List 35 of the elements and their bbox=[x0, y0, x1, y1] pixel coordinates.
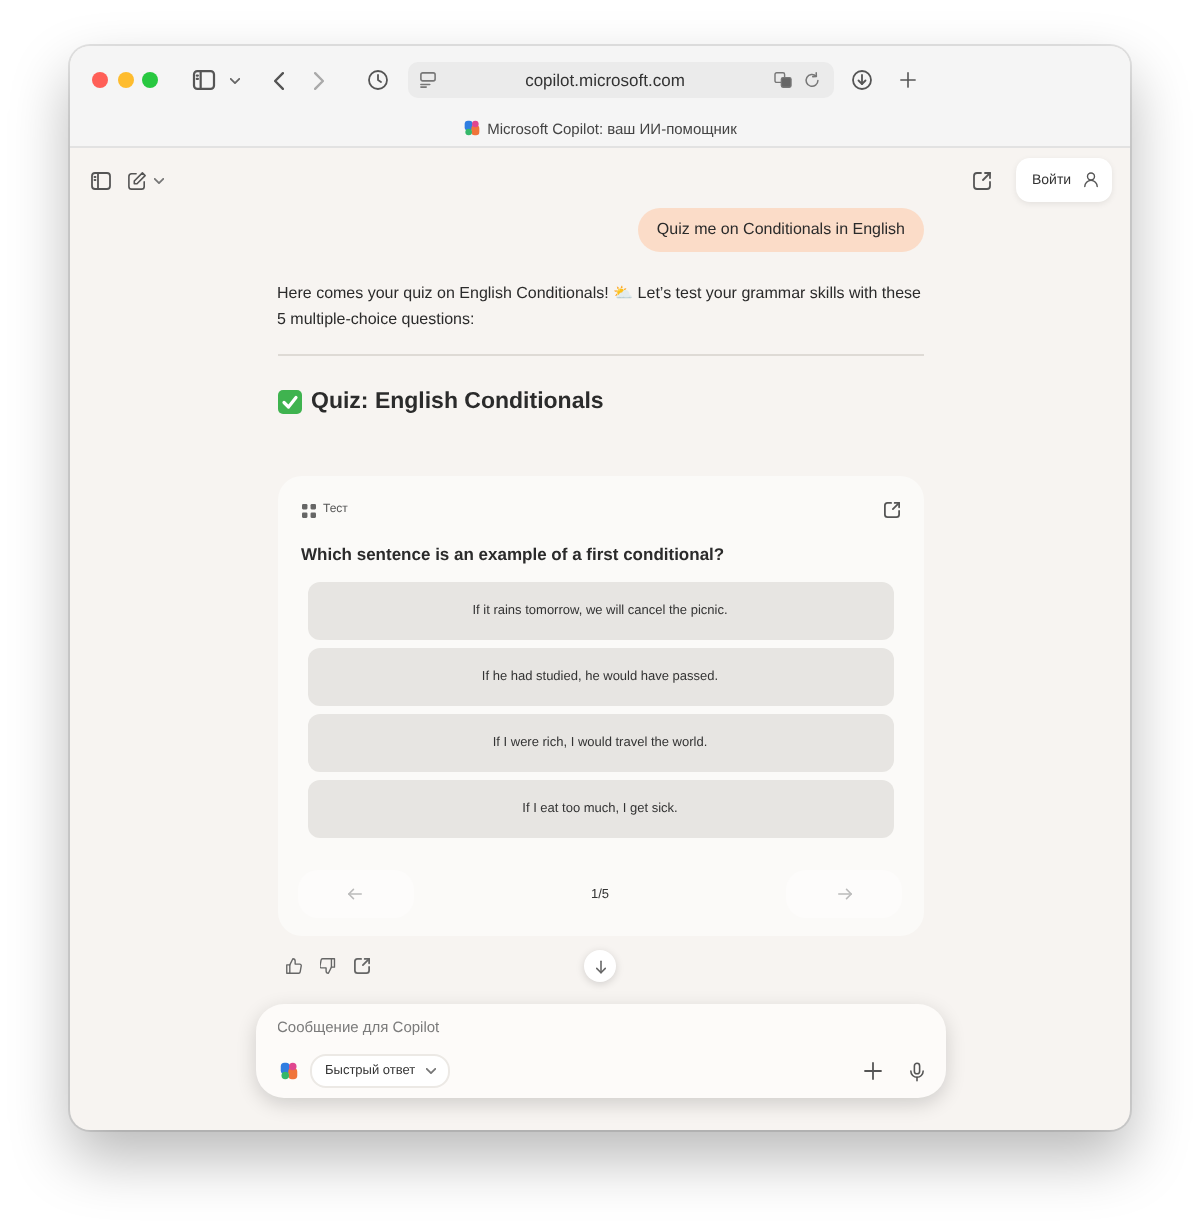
arrow-left-icon bbox=[348, 888, 362, 900]
reload-icon[interactable] bbox=[804, 72, 820, 88]
sidebar-icon[interactable] bbox=[90, 171, 112, 189]
quiz-heading: Quiz: English Conditionals bbox=[311, 390, 604, 414]
reader-icon bbox=[420, 72, 436, 88]
arrow-down-icon bbox=[595, 959, 605, 973]
plus-icon[interactable] bbox=[863, 1062, 881, 1080]
arrow-right-icon bbox=[837, 888, 852, 900]
logo-icon bbox=[279, 1062, 297, 1080]
plus-icon[interactable] bbox=[900, 72, 916, 88]
check-icon bbox=[277, 390, 301, 414]
history-clock-icon[interactable] bbox=[368, 70, 388, 90]
grid-icon bbox=[301, 503, 315, 517]
share-icon[interactable] bbox=[883, 502, 899, 518]
microphone-icon[interactable] bbox=[909, 1061, 923, 1081]
chevron-down-icon[interactable] bbox=[230, 77, 240, 83]
translate-icon[interactable] bbox=[774, 72, 792, 88]
chevron-down-icon bbox=[425, 1068, 436, 1074]
download-icon[interactable] bbox=[852, 70, 872, 90]
thumbs-up-icon[interactable] bbox=[285, 958, 301, 974]
back-icon[interactable] bbox=[274, 71, 284, 89]
chevron-down-icon[interactable] bbox=[154, 177, 164, 183]
share-icon[interactable] bbox=[353, 958, 369, 974]
quiz-question: Which sentence is an example of a first conditional? bbox=[301, 542, 727, 566]
user-message-bubble: Quiz me on Conditionals in English bbox=[638, 208, 923, 252]
user-icon bbox=[1084, 172, 1098, 188]
logo-icon bbox=[463, 120, 480, 136]
scroll-down-button[interactable] bbox=[584, 950, 616, 982]
share-icon[interactable] bbox=[972, 171, 992, 189]
thumbs-down-icon[interactable] bbox=[319, 958, 335, 974]
reply-text: Here comes your quiz on English Conditionals! ⛅ Let’s test your grammar skills with these 5 multiple-choice questions: bbox=[277, 282, 923, 332]
compose-icon[interactable] bbox=[128, 171, 146, 189]
close-button[interactable] bbox=[92, 72, 108, 88]
sidebar-icon[interactable] bbox=[192, 70, 216, 90]
address-bar[interactable]: copilot.microsoft.com bbox=[408, 62, 834, 98]
